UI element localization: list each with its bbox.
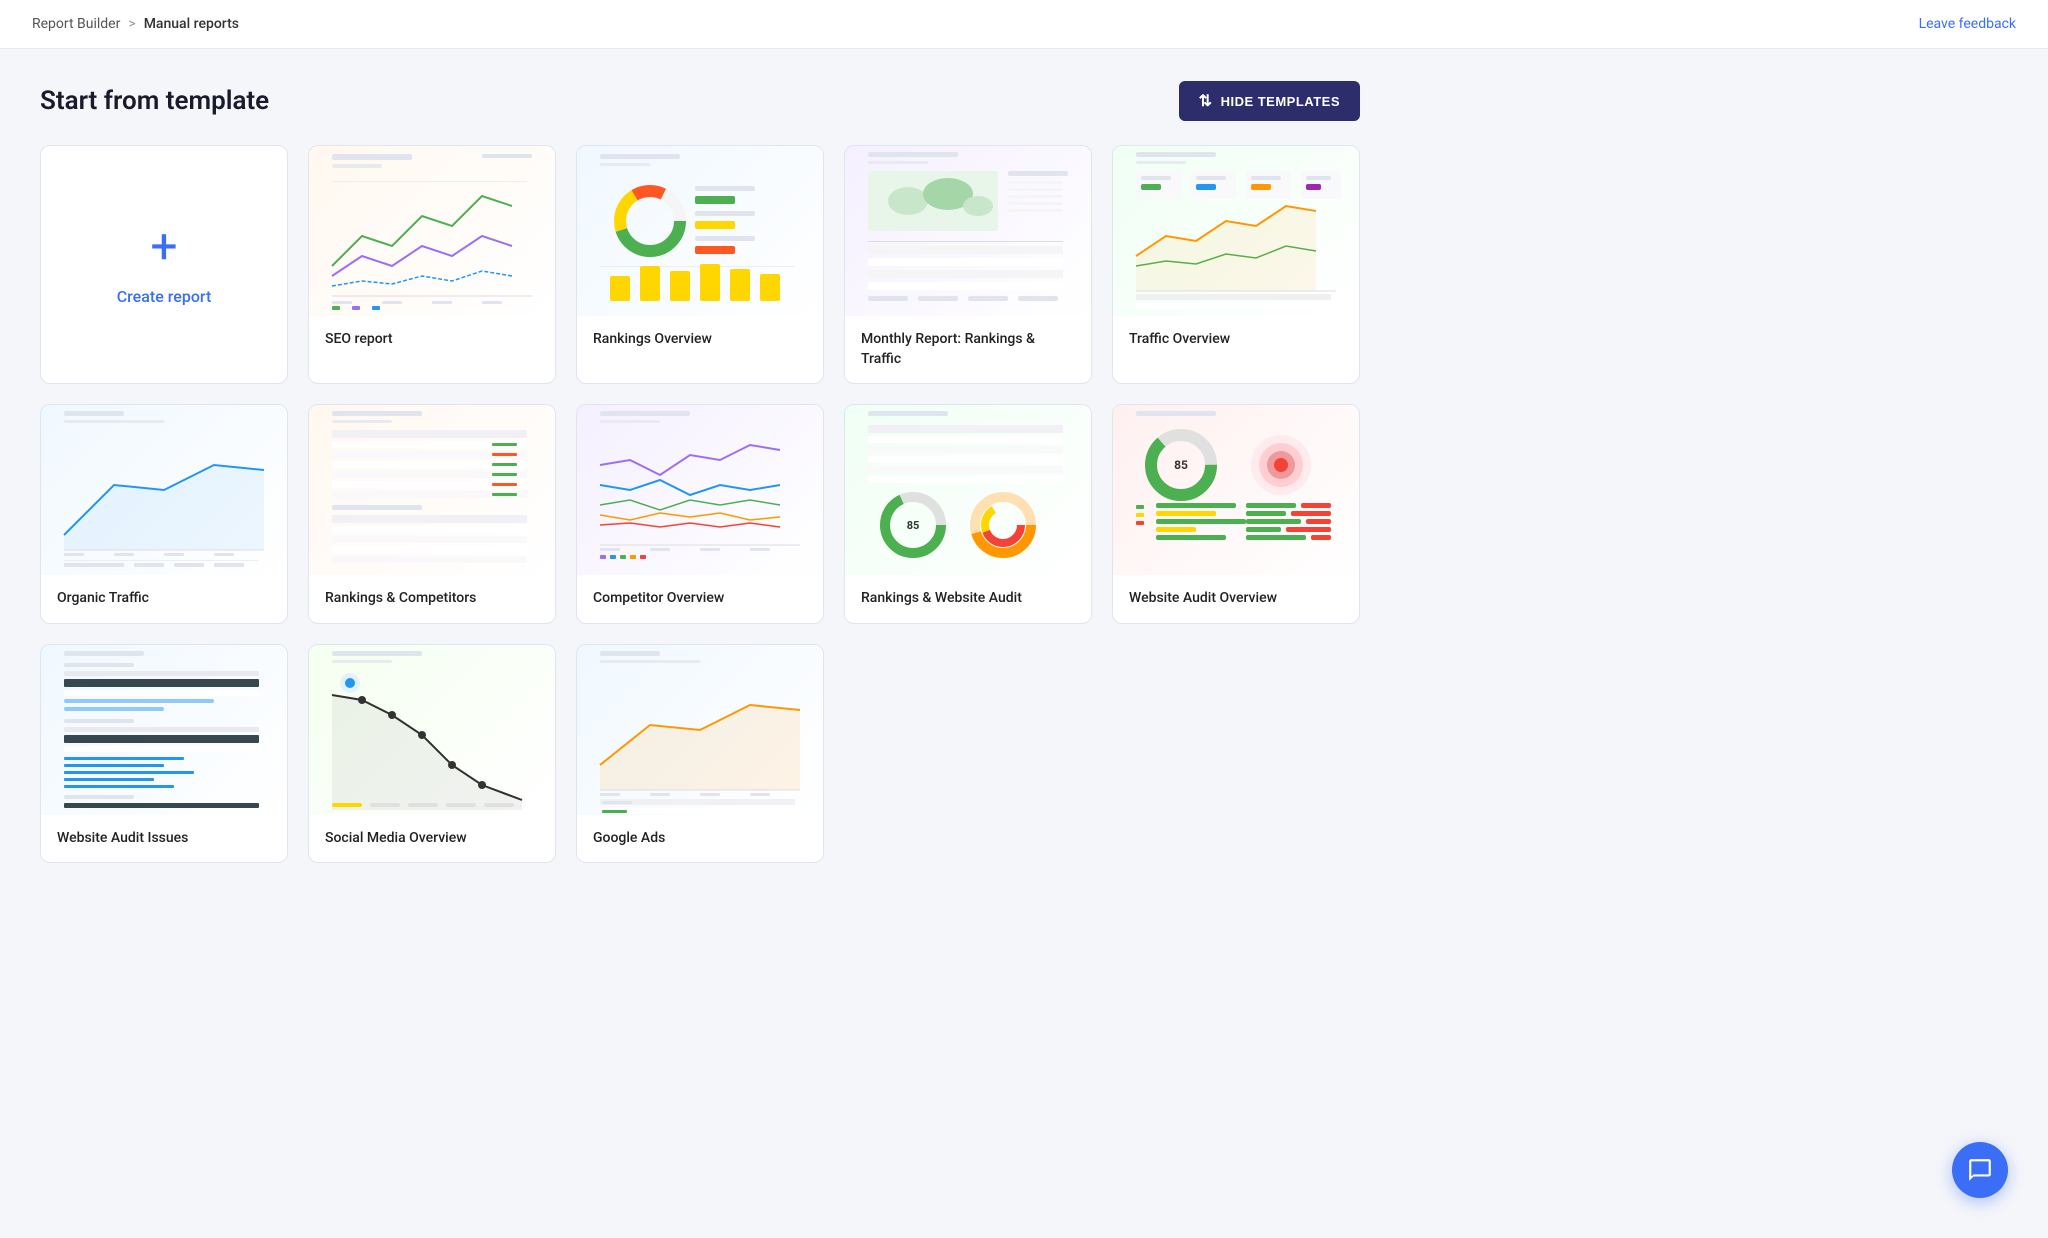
template-label-audit-overview: Website Audit Overview (1113, 575, 1359, 623)
breadcrumb-separator: > (128, 16, 135, 32)
template-card-audit-overview[interactable]: 85 (1112, 404, 1360, 624)
hide-templates-button[interactable]: ⇅ HIDE TEMPLATES (1179, 81, 1360, 121)
leave-feedback-link[interactable]: Leave feedback (1919, 16, 2016, 32)
template-card-organic[interactable]: Organic Traffic (40, 404, 288, 624)
hide-templates-label: HIDE TEMPLATES (1221, 94, 1340, 109)
chat-bubble[interactable] (1952, 1142, 2008, 1198)
template-label-seo: SEO report (309, 316, 555, 364)
chat-icon (1967, 1157, 1993, 1183)
template-label-rwa: Rankings & Website Audit (845, 575, 1091, 623)
svg-text:85: 85 (1174, 458, 1188, 472)
template-preview-audit-issues (41, 645, 287, 815)
template-preview-competitor (577, 405, 823, 575)
section-header: Start from template ⇅ HIDE TEMPLATES (40, 81, 1360, 121)
breadcrumb-current: Manual reports (144, 16, 239, 32)
plus-icon: + (150, 223, 177, 271)
template-label-monthly: Monthly Report: Rankings & Traffic (845, 316, 1091, 383)
template-preview-social (309, 645, 555, 815)
template-label-organic: Organic Traffic (41, 575, 287, 623)
template-card-audit-issues[interactable]: Website Audit Issues (40, 644, 288, 864)
main-content: Start from template ⇅ HIDE TEMPLATES + C… (0, 49, 1400, 895)
create-report-label: Create report (117, 287, 212, 306)
breadcrumb: Report Builder > Manual reports (32, 16, 239, 32)
template-label-social: Social Media Overview (309, 815, 555, 863)
template-label-google-ads: Google Ads (577, 815, 823, 863)
template-card-google-ads[interactable]: Google Ads (576, 644, 824, 864)
template-card-competitor[interactable]: Competitor Overview (576, 404, 824, 624)
template-preview-monthly (845, 146, 1091, 316)
template-card-traffic-overview[interactable]: Traffic Overview (1112, 145, 1360, 384)
svg-text:85: 85 (907, 519, 920, 532)
template-preview-google-ads (577, 645, 823, 815)
topnav: Report Builder > Manual reports Leave fe… (0, 0, 2048, 49)
template-label-traffic-overview: Traffic Overview (1113, 316, 1359, 364)
template-preview-rankings-comp (309, 405, 555, 575)
template-preview-rwa: 85 (845, 405, 1091, 575)
template-card-rankings-comp[interactable]: Rankings & Competitors (308, 404, 556, 624)
template-label-rankings-overview: Rankings Overview (577, 316, 823, 364)
template-label-rankings-comp: Rankings & Competitors (309, 575, 555, 623)
breadcrumb-root[interactable]: Report Builder (32, 16, 120, 32)
template-grid: + Create report (40, 145, 1360, 863)
template-preview-seo (309, 146, 555, 316)
template-card-seo[interactable]: SEO report (308, 145, 556, 384)
section-title: Start from template (40, 86, 269, 116)
template-label-audit-issues: Website Audit Issues (41, 815, 287, 863)
template-card-rankings-overview[interactable]: Rankings Overview (576, 145, 824, 384)
template-label-competitor: Competitor Overview (577, 575, 823, 623)
create-report-card[interactable]: + Create report (40, 145, 288, 384)
template-card-social[interactable]: Social Media Overview (308, 644, 556, 864)
template-preview-rankings-overview (577, 146, 823, 316)
template-card-rwa[interactable]: 85 Rankings & Website Audit (844, 404, 1092, 624)
template-preview-audit-overview: 85 (1113, 405, 1359, 575)
template-preview-organic (41, 405, 287, 575)
hide-icon: ⇅ (1199, 91, 1213, 111)
template-preview-traffic-overview (1113, 146, 1359, 316)
template-card-monthly[interactable]: Monthly Report: Rankings & Traffic (844, 145, 1092, 384)
